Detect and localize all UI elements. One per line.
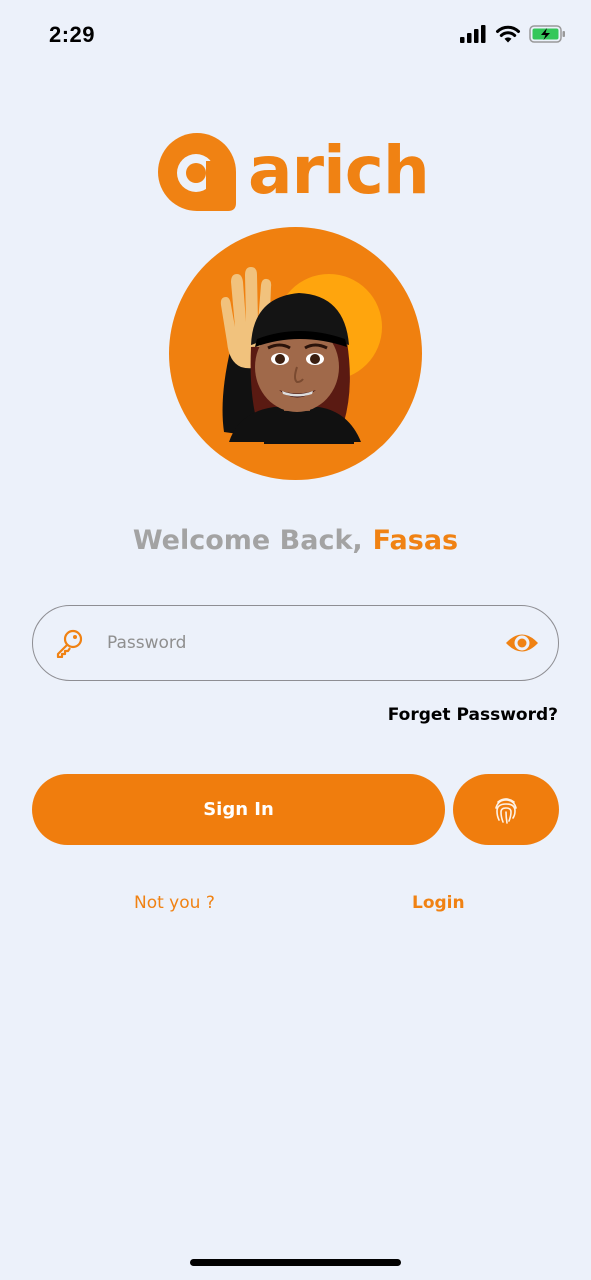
login-link[interactable]: Login (412, 893, 465, 913)
wifi-icon (496, 25, 520, 43)
home-indicator[interactable] (190, 1259, 401, 1266)
logo-mark-icon (158, 133, 236, 211)
password-input[interactable] (107, 626, 487, 660)
welcome-username: Fasas (372, 525, 459, 556)
welcome-prefix: Welcome Back, (132, 525, 363, 556)
key-icon (56, 629, 83, 658)
password-field[interactable] (32, 605, 559, 681)
logo-wordmark: arich (248, 132, 430, 209)
cellular-signal-icon (460, 25, 486, 43)
status-icons (459, 24, 567, 44)
brand-logo: arich (156, 128, 436, 214)
welcome-heading: Welcome Back, Fasas (0, 525, 591, 556)
status-time: 2:29 (49, 22, 96, 47)
sign-in-button[interactable]: Sign In (32, 774, 445, 845)
eye-icon[interactable] (504, 628, 540, 658)
battery-charging-icon (529, 25, 565, 43)
forget-password-link[interactable]: Forget Password? (388, 705, 558, 725)
status-bar: 2:29 (0, 0, 591, 70)
fingerprint-icon (495, 797, 517, 824)
fingerprint-button[interactable] (453, 774, 559, 845)
avatar (169, 227, 422, 480)
memoji-waving-avatar-icon (220, 267, 382, 444)
not-you-link[interactable]: Not you ? (134, 893, 215, 913)
